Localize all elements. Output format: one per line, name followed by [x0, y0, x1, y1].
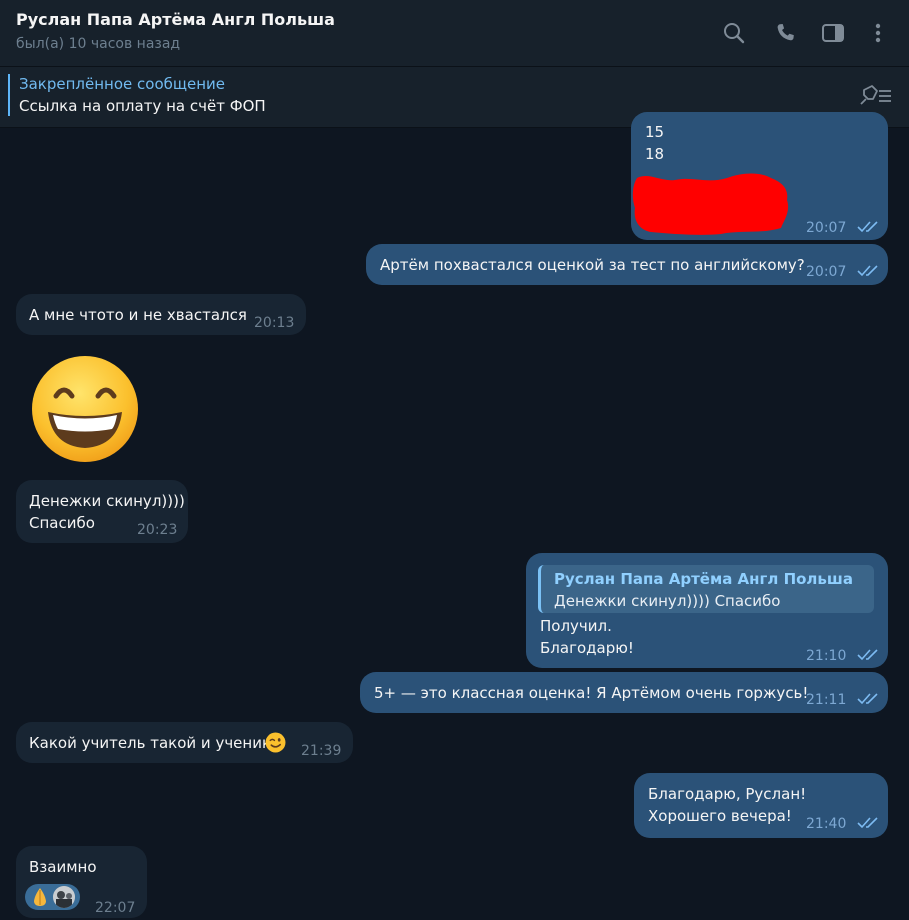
message-line: Благодарю! [540, 639, 634, 657]
chat-title[interactable]: Руслан Папа Артёма Англ Польша [16, 10, 335, 29]
double-check-icon [857, 693, 878, 705]
message-time: 21:10 [806, 648, 847, 664]
message-line: 18 [645, 145, 665, 163]
pinned-text: Ссылка на оплату на счёт ФОП [19, 97, 266, 115]
message-line: Какой учитель такой и ученик [29, 734, 272, 752]
reactor-avatar [53, 886, 75, 908]
message-time: 20:07 [806, 264, 847, 280]
message-line: Спасибо [29, 514, 95, 532]
double-check-icon [857, 817, 878, 829]
message-line: Благодарю, Руслан! [648, 785, 807, 803]
message-incoming[interactable]: Денежки скинул)))) Спасибо 20:23 [16, 480, 188, 543]
message-line: Получил. [540, 617, 612, 635]
message-time: 20:23 [137, 522, 178, 538]
message-outgoing[interactable]: 5+ — это классная оценка! Я Артёмом очен… [360, 672, 888, 713]
message-time: 21:11 [806, 692, 847, 708]
reply-quote[interactable]: Руслан Папа Артёма Англ Польша Денежки с… [538, 565, 874, 613]
grinning-face-emoji-icon[interactable] [30, 354, 140, 468]
message-line: 15 [645, 123, 665, 141]
unpin-list-icon[interactable] [857, 84, 893, 112]
double-check-icon [857, 649, 878, 661]
message-outgoing[interactable]: Артём похвастался оценкой за тест по анг… [366, 244, 888, 285]
message-line: 5+ — это классная оценка! Я Артёмом очен… [374, 684, 809, 702]
message-line: Хорошего вечера! [648, 807, 792, 825]
message-time: 21:39 [301, 743, 342, 759]
winking-face-icon [265, 732, 286, 753]
message-time: 20:13 [254, 315, 295, 331]
message-line: Взаимно [29, 858, 97, 876]
message-time: 21:40 [806, 816, 847, 832]
phone-icon[interactable] [770, 18, 800, 48]
search-icon[interactable] [719, 18, 749, 48]
reply-author: Руслан Папа Артёма Англ Польша [554, 570, 853, 588]
message-outgoing[interactable]: Руслан Папа Артёма Англ Польша Денежки с… [526, 553, 888, 668]
message-incoming[interactable]: Взаимно 22:07 [16, 846, 147, 918]
double-check-icon [857, 265, 878, 277]
pinned-accent-bar [8, 74, 10, 116]
message-incoming[interactable]: Какой учитель такой и ученик 21:39 [16, 722, 353, 763]
message-time: 20:07 [806, 220, 847, 236]
chat-header: Руслан Папа Артёма Англ Польша был(а) 10… [0, 0, 909, 67]
message-outgoing[interactable]: 15 18 20:07 [631, 112, 888, 240]
message-line: Артём похвастался оценкой за тест по анг… [380, 256, 805, 274]
pinned-title: Закреплённое сообщение [19, 75, 226, 93]
message-outgoing[interactable]: Благодарю, Руслан! Хорошего вечера! 21:4… [634, 773, 888, 838]
reply-text: Денежки скинул)))) Спасибо [554, 592, 781, 610]
redaction-scribble [632, 173, 789, 235]
double-check-icon [857, 221, 878, 233]
sidebar-toggle-icon[interactable] [818, 18, 848, 48]
folded-hands-icon [34, 888, 46, 906]
more-vertical-icon[interactable] [863, 18, 893, 48]
reaction-chip[interactable] [25, 884, 80, 910]
message-time: 22:07 [95, 900, 136, 916]
message-line: А мне чтото и не хвастался [29, 306, 247, 324]
chat-status: был(а) 10 часов назад [16, 36, 181, 52]
message-line: Денежки скинул)))) [29, 492, 185, 510]
message-incoming[interactable]: А мне чтото и не хвастался 20:13 [16, 294, 306, 335]
